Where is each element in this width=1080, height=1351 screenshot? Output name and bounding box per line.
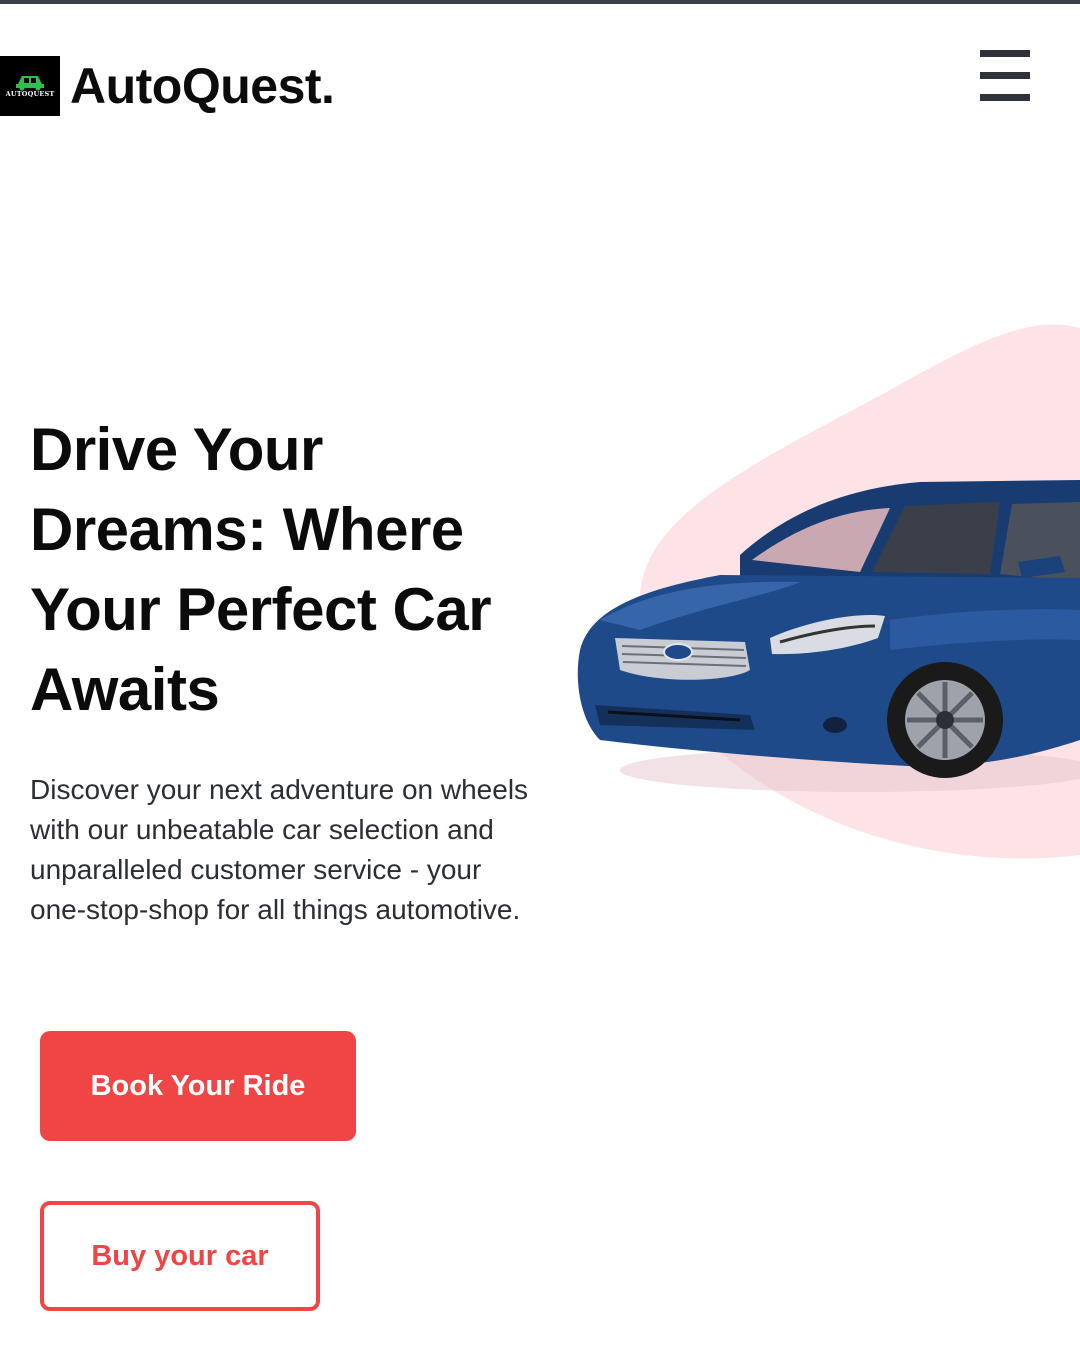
hero-description: Discover your next adventure on wheels w… <box>30 774 529 925</box>
car-image <box>577 480 1080 778</box>
buy-your-car-button[interactable]: Buy your car <box>40 1201 320 1311</box>
book-your-ride-button[interactable]: Book Your Ride <box>40 1031 356 1141</box>
logo-car-icon <box>16 76 44 91</box>
hero-title: Drive Your Dreams: Where Your Perfect Ca… <box>30 416 492 723</box>
hero-car-illustration <box>577 324 1080 859</box>
hamburger-menu-icon[interactable] <box>980 50 1030 101</box>
menu-bar <box>980 72 1030 79</box>
menu-bar <box>980 50 1030 57</box>
menu-bar <box>980 94 1030 101</box>
brand-name[interactable]: AutoQuest. <box>70 56 335 116</box>
top-border <box>0 0 1080 4</box>
brand-logo[interactable]: AUTOQUEST <box>0 56 60 116</box>
logo-text: AUTOQUEST <box>5 90 55 98</box>
